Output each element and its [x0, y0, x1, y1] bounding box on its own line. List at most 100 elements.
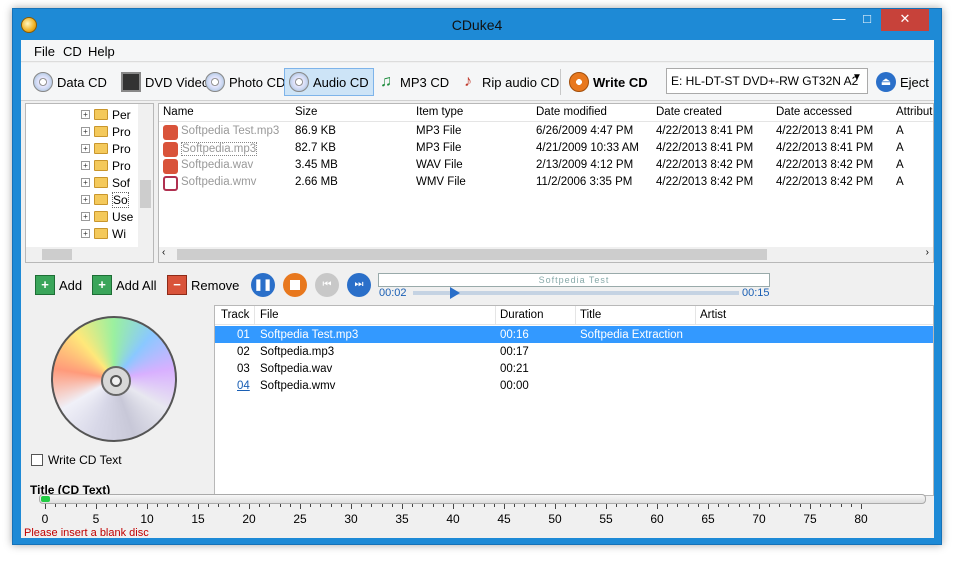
menu-file[interactable]: File	[34, 44, 55, 59]
seek-handle[interactable]	[450, 287, 461, 299]
column-file[interactable]: File	[260, 309, 279, 321]
column-size[interactable]: Size	[295, 106, 317, 118]
column-track[interactable]: Track	[221, 309, 249, 321]
mp3-cd-button[interactable]: ♫ MP3 CD	[372, 68, 453, 96]
menu-cd[interactable]: CD	[63, 44, 82, 59]
maximize-button[interactable]: □	[853, 9, 881, 31]
scroll-left-icon[interactable]: ‹	[162, 247, 165, 258]
scale-tick-label: 30	[344, 512, 358, 526]
scroll-thumb[interactable]	[42, 249, 72, 260]
eject-button[interactable]: ⏏ Eject	[872, 68, 933, 96]
audio-cd-button[interactable]: Audio CD	[284, 68, 374, 96]
expand-icon[interactable]: +	[81, 178, 90, 187]
next-track-button[interactable]: ⏭	[347, 273, 371, 297]
close-button[interactable]: ✕	[881, 9, 929, 31]
track-row[interactable]: 04 Softpedia.wmv 00:00	[215, 377, 933, 394]
toolbar-separator	[560, 69, 561, 95]
file-row[interactable]: Softpedia Test.mp3 86.9 KB MP3 File 6/26…	[159, 123, 933, 140]
file-created: 4/22/2013 8:42 PM	[656, 159, 754, 171]
column-divider	[575, 306, 576, 325]
track-duration: 00:21	[500, 363, 529, 375]
scale-minor-tick	[667, 504, 669, 507]
track-row-selected[interactable]: 01 Softpedia Test.mp3 00:16 Softpedia Ex…	[215, 326, 933, 343]
minimize-button[interactable]: —	[825, 9, 853, 31]
tree-horizontal-scrollbar[interactable]	[26, 247, 153, 262]
file-modified: 2/13/2009 4:12 PM	[536, 159, 634, 171]
seek-bar[interactable]	[413, 291, 739, 295]
drive-select[interactable]: E: HL-DT-ST DVD+-RW GT32N A2 ▼	[666, 68, 868, 94]
expand-icon[interactable]: +	[81, 110, 90, 119]
scroll-thumb[interactable]	[177, 249, 767, 260]
audio-file-icon	[163, 159, 178, 174]
track-row[interactable]: 03 Softpedia.wav 00:21	[215, 360, 933, 377]
title-bar[interactable]: CDuke4 — □ ✕	[13, 9, 941, 40]
scale-tick-label: 45	[497, 512, 511, 526]
file-row[interactable]: Softpedia.wmv 2.66 MB WMV File 11/2/2006…	[159, 174, 933, 191]
scale-tick-label: 15	[191, 512, 205, 526]
column-artist[interactable]: Artist	[700, 309, 726, 321]
file-row[interactable]: Softpedia.mp3 82.7 KB MP3 File 4/21/2009…	[159, 140, 933, 157]
tree-vertical-scrollbar[interactable]	[138, 104, 153, 248]
dvd-video-button[interactable]: DVD Video	[117, 68, 213, 96]
write-cd-text-label: Write CD Text	[48, 453, 122, 467]
expand-icon[interactable]: +	[81, 212, 90, 221]
file-size: 3.45 MB	[295, 159, 338, 171]
scale-minor-tick	[687, 504, 689, 507]
write-cd-text-option[interactable]: Write CD Text	[31, 453, 122, 467]
scale-tick-label: 65	[701, 512, 715, 526]
pause-button[interactable]: ❚❚	[251, 273, 275, 297]
column-date-accessed[interactable]: Date accessed	[776, 106, 852, 118]
scale-minor-tick	[157, 504, 159, 507]
scale-minor-tick	[544, 504, 546, 507]
scale-minor-tick	[575, 504, 577, 507]
column-attributes[interactable]: Attribut	[896, 106, 932, 118]
column-duration[interactable]: Duration	[500, 309, 543, 321]
file-name: Softpedia.wmv	[181, 176, 257, 188]
photo-cd-button[interactable]: Photo CD	[201, 68, 289, 96]
file-modified: 11/2/2006 3:35 PM	[536, 176, 633, 188]
expand-icon[interactable]: +	[81, 161, 90, 170]
remove-button[interactable]: − Remove	[163, 271, 243, 299]
folder-tree[interactable]: + Per + Pro + Pro + Pro + Sof + So + Use + Wi	[25, 103, 154, 263]
column-title[interactable]: Title	[580, 309, 601, 321]
file-list[interactable]: Name Size Item type Date modified Date c…	[158, 103, 934, 263]
scale-tick-label: 20	[242, 512, 256, 526]
expand-icon[interactable]: +	[81, 144, 90, 153]
file-list-horizontal-scrollbar[interactable]: ‹ ›	[159, 247, 933, 262]
previous-track-button[interactable]: ⏮	[315, 273, 339, 297]
chevron-down-icon[interactable]: ▼	[849, 72, 865, 90]
folder-icon	[94, 109, 108, 120]
add-button[interactable]: + Add	[31, 271, 86, 299]
rip-audio-cd-button[interactable]: ♪ Rip audio CD	[454, 68, 563, 96]
column-date-modified[interactable]: Date modified	[536, 106, 607, 118]
write-cd-button[interactable]: Write CD	[565, 68, 652, 96]
track-number: 03	[237, 363, 250, 375]
file-modified: 4/21/2009 10:33 AM	[536, 142, 639, 154]
write-cd-text-checkbox[interactable]	[31, 454, 43, 466]
scale-minor-tick	[585, 504, 587, 507]
file-row[interactable]: Softpedia.wav 3.45 MB WAV File 2/13/2009…	[159, 157, 933, 174]
scroll-right-icon[interactable]: ›	[926, 247, 929, 258]
expand-icon[interactable]: +	[81, 229, 90, 238]
column-item-type[interactable]: Item type	[416, 106, 463, 118]
scale-minor-tick	[565, 504, 567, 507]
expand-icon[interactable]: +	[81, 127, 90, 136]
track-row[interactable]: 02 Softpedia.mp3 00:17	[215, 343, 933, 360]
folder-icon	[94, 160, 108, 171]
column-date-created[interactable]: Date created	[656, 106, 722, 118]
menu-help[interactable]: Help	[88, 44, 115, 59]
tree-item-label: Per	[112, 107, 131, 122]
column-name[interactable]: Name	[163, 106, 194, 118]
track-duration: 00:16	[500, 329, 529, 341]
track-number[interactable]: 04	[237, 380, 250, 392]
expand-icon[interactable]: +	[81, 195, 90, 204]
total-time: 00:15	[742, 287, 770, 299]
file-accessed: 4/22/2013 8:41 PM	[776, 125, 874, 137]
scale-minor-tick	[310, 504, 312, 507]
data-cd-button[interactable]: Data CD	[29, 68, 111, 96]
scroll-thumb[interactable]	[140, 180, 151, 208]
stop-button[interactable]	[283, 273, 307, 297]
track-list[interactable]: Track File Duration Title Artist 01 Soft…	[214, 305, 934, 496]
add-all-button[interactable]: + Add All	[88, 271, 160, 299]
file-accessed: 4/22/2013 8:42 PM	[776, 159, 874, 171]
